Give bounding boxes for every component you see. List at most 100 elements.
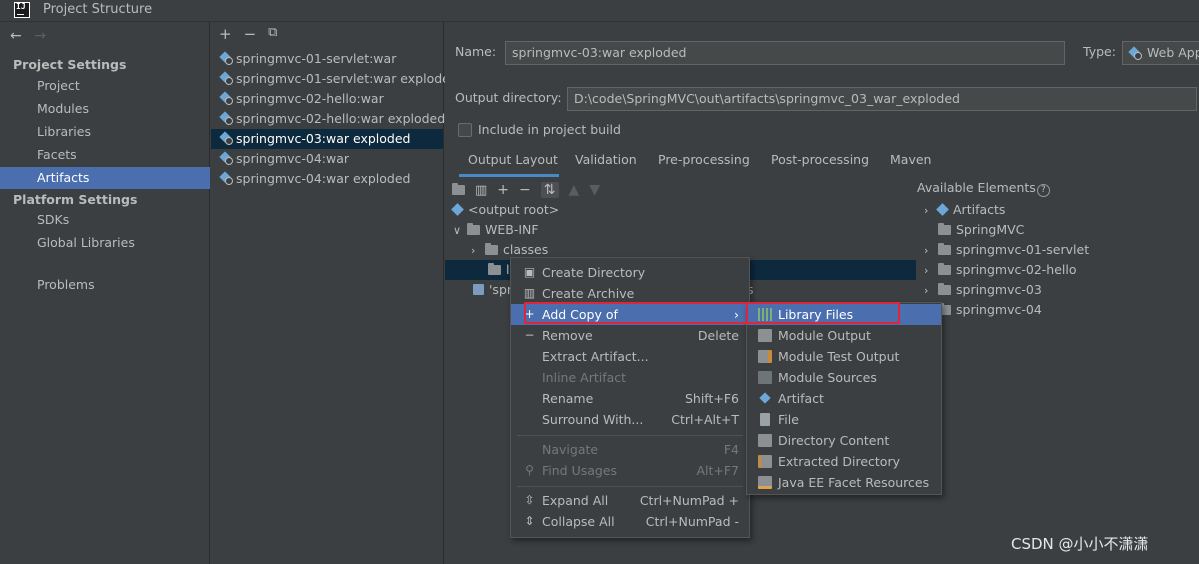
available-item-artifacts[interactable]: › Artifacts: [924, 200, 1005, 220]
project-settings-header: Project Settings: [13, 57, 127, 72]
available-item-module[interactable]: › springmvc-01-servlet: [924, 240, 1089, 260]
remove-element-icon[interactable]: −: [519, 182, 531, 198]
include-in-build-label: Include in project build: [478, 122, 621, 137]
java-ee-facet-icon: [758, 476, 772, 489]
module-icon: [473, 284, 484, 295]
artifacts-toolbar: + − ⧉: [219, 25, 277, 45]
menu-item-expand-all[interactable]: ⇳ Expand All Ctrl+NumPad +: [511, 490, 749, 511]
type-select[interactable]: Web App: [1122, 41, 1199, 65]
menu-item-create-directory[interactable]: ▣ Create Directory: [511, 262, 749, 283]
menu-item-remove[interactable]: − Remove Delete: [511, 325, 749, 346]
nav-item-artifacts[interactable]: Artifacts: [0, 167, 210, 189]
artifact-item[interactable]: springmvc-02-hello:war: [211, 89, 443, 109]
artifact-item[interactable]: springmvc-04:war: [211, 149, 443, 169]
tab-maven[interactable]: Maven: [890, 152, 931, 167]
menu-item-inline-artifact: Inline Artifact: [542, 370, 627, 385]
output-root-icon: [451, 203, 464, 216]
module-sources-icon: [758, 371, 772, 384]
artifact-item[interactable]: springmvc-02-hello:war exploded: [211, 109, 445, 129]
help-icon[interactable]: ?: [1036, 184, 1050, 197]
remove-artifact-icon[interactable]: −: [244, 25, 257, 45]
web-app-icon: [1129, 47, 1142, 60]
tab-pre-processing[interactable]: Pre-processing: [658, 152, 750, 167]
available-item-module[interactable]: › springmvc-02-hello: [924, 260, 1077, 280]
file-icon: [760, 413, 770, 426]
artifact-item[interactable]: springmvc-04:war exploded: [211, 169, 443, 189]
menu-separator: [517, 486, 743, 487]
output-directory-field[interactable]: D:\code\SpringMVC\out\artifacts\springmv…: [567, 87, 1197, 111]
available-elements-label: Available Elements?: [917, 180, 1050, 197]
folder-plus-icon: ▣: [523, 265, 536, 279]
highlight-box-add-copy-of: [524, 302, 748, 324]
nav-item-problems[interactable]: Problems: [0, 274, 210, 296]
chevron-right-icon[interactable]: ›: [924, 241, 938, 261]
chevron-right-icon[interactable]: ›: [924, 261, 938, 281]
copy-artifact-icon[interactable]: ⧉: [268, 25, 277, 45]
nav-item-modules[interactable]: Modules: [0, 98, 210, 120]
submenu-item-file[interactable]: File: [747, 409, 941, 430]
folder-icon: [488, 263, 501, 275]
add-element-icon[interactable]: +: [497, 182, 509, 198]
add-artifact-icon[interactable]: +: [219, 25, 232, 45]
submenu-item-java-ee-facet-resources[interactable]: Java EE Facet Resources: [747, 472, 941, 493]
include-in-build-checkbox[interactable]: [458, 123, 472, 137]
forward-arrow-icon[interactable]: →: [34, 28, 46, 44]
submenu-item-extracted-directory[interactable]: Extracted Directory: [747, 451, 941, 472]
tab-output-layout[interactable]: Output Layout: [468, 152, 558, 167]
archive-icon[interactable]: ▥: [475, 183, 487, 198]
artifact-war-icon: [220, 52, 233, 65]
chevron-right-icon[interactable]: ›: [924, 281, 938, 301]
module-folder-icon: [938, 263, 951, 275]
artifact-item-selected[interactable]: springmvc-03:war exploded: [211, 129, 443, 149]
artifacts-list-panel: + − ⧉ springmvc-01-servlet:war springmvc…: [211, 22, 458, 564]
chevron-right-icon[interactable]: ›: [471, 241, 485, 261]
available-item-module[interactable]: SpringMVC: [924, 220, 1024, 240]
submenu-item-module-output[interactable]: Module Output: [747, 325, 941, 346]
nav-item-sdks[interactable]: SDKs: [0, 209, 210, 231]
layout-toolbar: ▥ + − ⇅ ▲ ▼: [445, 178, 915, 202]
chevron-right-icon[interactable]: ›: [924, 201, 938, 221]
move-up-icon[interactable]: ▲: [569, 182, 580, 198]
name-field[interactable]: springmvc-03:war exploded: [505, 41, 1065, 65]
module-folder-icon: [938, 223, 951, 235]
menu-item-find-usages: ⚲ Find Usages Alt+F7: [511, 460, 749, 481]
type-label: Type:: [1083, 44, 1116, 59]
menu-item-navigate: Navigate F4: [542, 442, 739, 457]
nav-item-project[interactable]: Project: [0, 75, 210, 97]
nav-item-global-libraries[interactable]: Global Libraries: [0, 232, 210, 254]
artifact-war-icon: [220, 92, 233, 105]
submenu-item-directory-content[interactable]: Directory Content: [747, 430, 941, 451]
tree-node-web-inf[interactable]: ∨ WEB-INF: [453, 220, 539, 240]
artifact-item[interactable]: springmvc-01-servlet:war exploded: [211, 69, 458, 89]
sort-icon[interactable]: ⇅: [540, 182, 559, 198]
chevron-down-icon[interactable]: ∨: [453, 221, 467, 241]
back-arrow-icon[interactable]: ←: [10, 28, 22, 44]
menu-item-surround-with[interactable]: Surround With... Ctrl+Alt+T: [511, 409, 749, 430]
module-output-icon: [758, 329, 772, 342]
artifact-item[interactable]: springmvc-01-servlet:war: [211, 49, 443, 69]
module-folder-icon: [938, 283, 951, 295]
watermark: CSDN @小小不潇潇: [1011, 535, 1149, 553]
expand-all-icon: ⇳: [524, 493, 535, 507]
menu-item-create-archive[interactable]: ▥ Create Archive: [511, 283, 749, 304]
move-down-icon[interactable]: ▼: [589, 182, 600, 198]
tree-node-output-root[interactable]: <output root>: [451, 200, 559, 220]
new-folder-icon[interactable]: [452, 182, 465, 198]
menu-item-rename[interactable]: Rename Shift+F6: [511, 388, 749, 409]
intellij-logo-icon: IJ: [14, 2, 30, 18]
menu-item-extract-artifact[interactable]: Extract Artifact...: [511, 346, 749, 367]
submenu-item-module-sources[interactable]: Module Sources: [747, 367, 941, 388]
tab-validation[interactable]: Validation: [575, 152, 637, 167]
menu-item-collapse-all[interactable]: ⇕ Collapse All Ctrl+NumPad -: [511, 511, 749, 532]
available-item-module[interactable]: › springmvc-03: [924, 280, 1042, 300]
directory-icon: [758, 434, 772, 447]
folder-icon: [485, 243, 498, 255]
submenu-item-module-test-output[interactable]: Module Test Output: [747, 346, 941, 367]
tab-post-processing[interactable]: Post-processing: [771, 152, 869, 167]
submenu-item-artifact[interactable]: Artifact: [747, 388, 941, 409]
folder-icon: [467, 223, 480, 235]
nav-item-facets[interactable]: Facets: [0, 144, 210, 166]
nav-item-libraries[interactable]: Libraries: [0, 121, 210, 143]
module-test-output-icon: [758, 350, 772, 363]
tree-node-spring[interactable]: 'spr: [473, 280, 512, 300]
